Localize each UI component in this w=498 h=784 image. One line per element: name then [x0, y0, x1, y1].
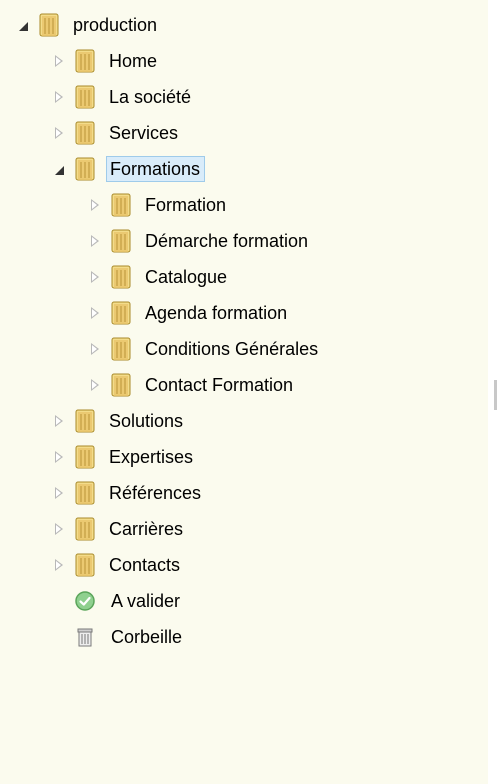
expand-arrow-icon[interactable] [46, 442, 72, 472]
tree-node-label[interactable]: production [70, 12, 160, 38]
tree-node-demarche-formation[interactable]: Démarche formation [82, 226, 311, 256]
folder-icon [108, 228, 134, 254]
tree-node-label[interactable]: Home [106, 48, 160, 74]
expand-arrow-icon[interactable] [82, 334, 108, 364]
expand-arrow-icon[interactable] [82, 298, 108, 328]
tree-node-label[interactable]: Conditions Générales [142, 336, 321, 362]
tree-node-formation[interactable]: Formation [82, 190, 229, 220]
tree-node-formations[interactable]: Formations [46, 154, 206, 184]
scrollbar-thumb[interactable] [494, 380, 497, 410]
tree-node-catalogue[interactable]: Catalogue [82, 262, 230, 292]
folder-icon [36, 12, 62, 38]
tree-node-label[interactable]: Corbeille [108, 624, 185, 650]
expand-arrow-icon[interactable] [46, 478, 72, 508]
expand-arrow-icon[interactable] [46, 550, 72, 580]
tree-node-contacts[interactable]: Contacts [46, 550, 183, 580]
folder-icon [72, 120, 98, 146]
folder-icon [72, 444, 98, 470]
folder-icon [108, 264, 134, 290]
expand-arrow-icon[interactable] [46, 406, 72, 436]
tree-node-production[interactable]: production [10, 10, 160, 40]
expand-arrow-icon[interactable] [46, 46, 72, 76]
check-circle-icon [74, 590, 96, 612]
tree-node-label[interactable]: Agenda formation [142, 300, 290, 326]
tree-node-label[interactable]: La société [106, 84, 194, 110]
tree-node-a-valider[interactable]: A valider [46, 586, 183, 616]
tree-node-label[interactable]: Références [106, 480, 204, 506]
folder-icon [72, 84, 98, 110]
expand-arrow-icon[interactable] [82, 226, 108, 256]
expand-arrow-icon[interactable] [46, 82, 72, 112]
expand-arrow-icon[interactable] [82, 262, 108, 292]
folder-icon [72, 156, 98, 182]
tree-node-label[interactable]: A valider [108, 588, 183, 614]
tree-node-corbeille[interactable]: Corbeille [46, 622, 185, 652]
expand-arrow-icon[interactable] [82, 190, 108, 220]
folder-icon [108, 192, 134, 218]
folder-icon [72, 408, 98, 434]
folder-tree-panel: production Home La société Services Form… [0, 0, 488, 784]
collapse-arrow-icon[interactable] [46, 154, 72, 184]
folder-icon [72, 48, 98, 74]
tree-node-solutions[interactable]: Solutions [46, 406, 186, 436]
expand-arrow-icon[interactable] [82, 370, 108, 400]
folder-icon [108, 300, 134, 326]
folder-icon [72, 552, 98, 578]
tree-node-label[interactable]: Expertises [106, 444, 196, 470]
tree-node-expertises[interactable]: Expertises [46, 442, 196, 472]
tree-node-label[interactable]: Contacts [106, 552, 183, 578]
folder-icon [72, 480, 98, 506]
tree-node-label[interactable]: Démarche formation [142, 228, 311, 254]
tree-node-services[interactable]: Services [46, 118, 181, 148]
expand-arrow-icon[interactable] [46, 514, 72, 544]
tree-node-label[interactable]: Solutions [106, 408, 186, 434]
tree-node-label[interactable]: Carrières [106, 516, 186, 542]
tree-node-label[interactable]: Formation [142, 192, 229, 218]
tree-node-contact-formation[interactable]: Contact Formation [82, 370, 296, 400]
trash-icon [74, 626, 96, 648]
collapse-arrow-icon[interactable] [10, 10, 36, 40]
folder-icon [72, 516, 98, 542]
tree-node-label[interactable]: Formations [106, 156, 206, 182]
tree-node-conditions-generales[interactable]: Conditions Générales [82, 334, 321, 364]
tree-node-home[interactable]: Home [46, 46, 160, 76]
folder-icon [108, 336, 134, 362]
tree-node-agenda-formation[interactable]: Agenda formation [82, 298, 290, 328]
tree-node-label[interactable]: Contact Formation [142, 372, 296, 398]
tree-node-label[interactable]: Catalogue [142, 264, 230, 290]
tree-node-references[interactable]: Références [46, 478, 204, 508]
tree-node-carrieres[interactable]: Carrières [46, 514, 186, 544]
expand-arrow-icon[interactable] [46, 118, 72, 148]
tree-node-la-societe[interactable]: La société [46, 82, 194, 112]
folder-icon [108, 372, 134, 398]
tree-node-label[interactable]: Services [106, 120, 181, 146]
